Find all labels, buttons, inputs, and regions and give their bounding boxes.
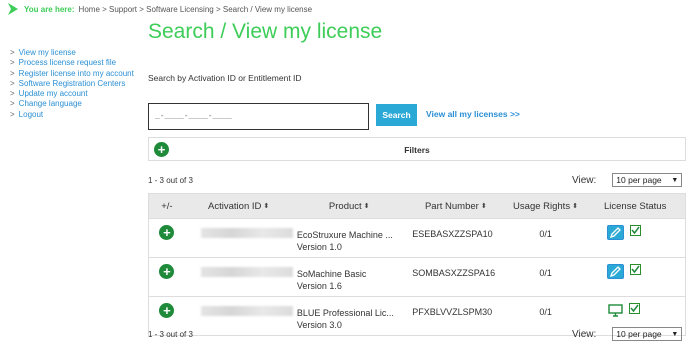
nav-update-account[interactable]: Update my account (10, 89, 134, 99)
expand-row-icon[interactable]: + (159, 225, 175, 240)
part-number-cell: ESEBASXZZSPA10 (412, 229, 493, 239)
checkbox-checked-icon (629, 303, 641, 314)
search-label: Search by Activation ID or Entitlement I… (148, 73, 302, 83)
search-button[interactable]: Search (376, 104, 417, 126)
expand-row-icon[interactable]: + (159, 303, 175, 318)
table-header: +/- Activation ID ⬍ Product ⬍ Part Number ⬍… (149, 194, 685, 218)
license-status-cell (585, 258, 685, 296)
page-title: Search / View my license (148, 20, 383, 43)
table-row: + SoMachine Basic Version 1.6 SOMBASXZZSP… (149, 257, 685, 296)
view-label: View: (572, 328, 597, 340)
nav-logout[interactable]: Logout (10, 110, 134, 120)
breadcrumb-path[interactable]: Home > Support > Software Licensing > Se… (79, 5, 313, 14)
search-input[interactable]: _-____-____-____ (148, 103, 369, 130)
nav-process-request[interactable]: Process license request file (10, 58, 134, 68)
redacted-activation-id (200, 228, 293, 238)
filters-panel[interactable]: + Filters (148, 137, 686, 161)
per-page-select[interactable]: 10 per page ▼ (612, 173, 683, 187)
results-count-top: 1 - 3 out of 3 (148, 176, 193, 185)
sort-icon[interactable]: ⬍ (263, 202, 269, 210)
col-activation-id[interactable]: Activation ID ⬍ (185, 194, 293, 218)
view-control-bottom: View: 10 per page ▼ (572, 327, 683, 341)
product-cell: EcoStruxure Machine ... Version 1.0 (296, 230, 393, 252)
view-label: View: (572, 174, 597, 186)
usage-rights-cell: 0/1 (539, 268, 552, 278)
chevron-down-icon: ▼ (671, 330, 679, 338)
col-part-number[interactable]: Part Number ⬍ (406, 194, 506, 218)
part-number-cell: PFXBLVVZLSPM30 (412, 307, 493, 317)
nav-view-license[interactable]: View my license (10, 48, 134, 58)
sort-icon[interactable]: ⬍ (364, 202, 370, 210)
checkbox-checked-icon (630, 264, 642, 275)
results-count-bottom: 1 - 3 out of 3 (148, 330, 193, 339)
col-expand: +/- (161, 200, 173, 212)
nav-change-language[interactable]: Change language (10, 99, 134, 109)
redacted-activation-id (200, 306, 293, 316)
product-cell: BLUE Professional Lic... Version 3.0 (296, 308, 394, 330)
usage-rights-cell: 0/1 (539, 229, 552, 239)
sort-icon[interactable]: ⬍ (481, 202, 487, 210)
expand-row-icon[interactable]: + (159, 264, 175, 279)
redacted-activation-id (200, 267, 293, 277)
edit-icon[interactable] (607, 225, 625, 240)
sort-icon[interactable]: ⬍ (572, 202, 578, 210)
chevron-right-icon (8, 3, 18, 15)
computer-icon[interactable] (607, 303, 623, 318)
view-control-top: View: 10 per page ▼ (572, 173, 683, 187)
license-table: +/- Activation ID ⬍ Product ⬍ Part Number ⬍… (148, 193, 686, 336)
col-license-status: License Status (604, 200, 667, 212)
col-product[interactable]: Product ⬍ (292, 194, 406, 218)
product-cell: SoMachine Basic Version 1.6 (296, 269, 367, 291)
view-all-licenses-link[interactable]: View all my licenses >> (426, 109, 520, 119)
edit-icon[interactable] (607, 264, 625, 279)
nav-registration-centers[interactable]: Software Registration Centers (10, 79, 134, 89)
part-number-cell: SOMBASXZZSPA16 (412, 268, 496, 278)
breadcrumb: You are here: Home > Support > Software … (6, 2, 312, 16)
per-page-select[interactable]: 10 per page ▼ (612, 327, 683, 341)
filters-label: Filters (404, 145, 430, 155)
col-usage-rights[interactable]: Usage Rights ⬍ (506, 194, 586, 218)
nav-register-license[interactable]: Register license into my account (10, 69, 134, 79)
breadcrumb-prefix: You are here: (24, 4, 75, 14)
license-status-cell (585, 219, 685, 257)
side-navigation: View my license Process license request … (10, 48, 134, 120)
chevron-down-icon: ▼ (671, 176, 679, 184)
checkbox-checked-icon (630, 225, 642, 236)
table-row: + EcoStruxure Machine ... Version 1.0 ESE… (149, 218, 685, 257)
